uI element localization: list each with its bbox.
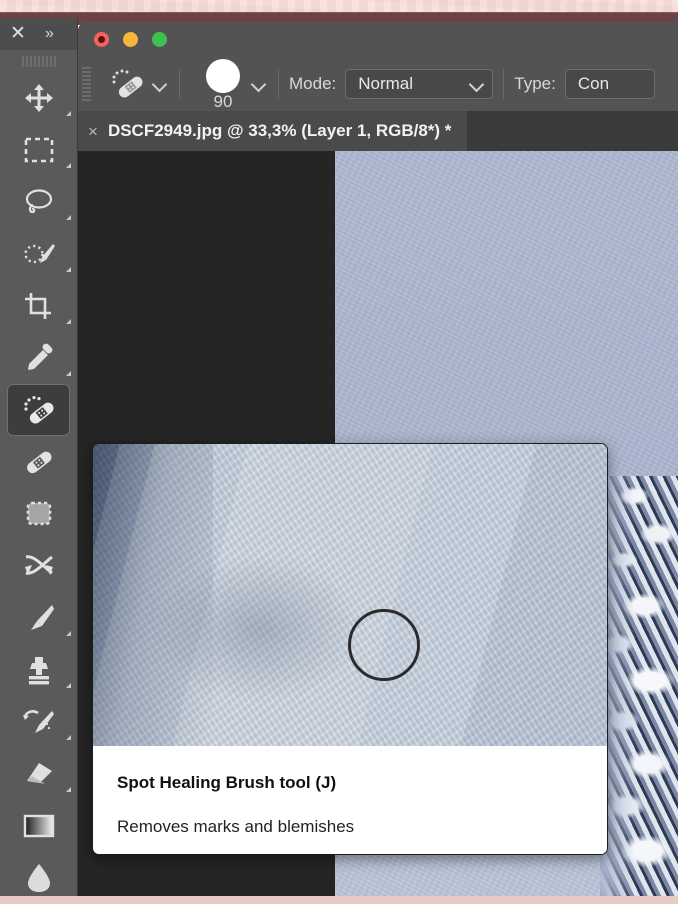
mode-label: Mode: xyxy=(289,74,336,94)
sidebar-item-crop-tool[interactable] xyxy=(0,280,77,332)
sidebar-item-brush-tool[interactable] xyxy=(0,592,77,644)
flyout-triangle-icon xyxy=(66,267,71,272)
flyout-triangle-icon xyxy=(66,683,71,688)
tool-tooltip: Spot Healing Brush tool (J) Removes mark… xyxy=(92,443,608,855)
brush-size-value: 90 xyxy=(214,93,233,111)
flyout-triangle-icon xyxy=(66,163,71,168)
tools-panel-close-icon[interactable]: ✕ xyxy=(10,23,26,45)
sidebar-item-rectangular-marquee-tool[interactable] xyxy=(0,124,77,176)
sidebar-item-eyedropper-tool[interactable] xyxy=(0,332,77,384)
sidebar-item-eraser-tool[interactable] xyxy=(0,748,77,800)
sidebar-item-patch-tool[interactable] xyxy=(0,488,77,540)
gradient-tool-icon xyxy=(22,813,56,839)
mode-value: Normal xyxy=(358,74,413,94)
fabric-shadow-center xyxy=(153,554,363,704)
document-tab[interactable]: × DSCF2949.jpg @ 33,3% (Layer 1, RGB/8*)… xyxy=(78,111,467,151)
lasso-tool-icon xyxy=(23,187,55,217)
options-divider-1 xyxy=(179,69,180,99)
options-divider-3 xyxy=(503,69,504,99)
sidebar-item-lasso-tool[interactable] xyxy=(0,176,77,228)
options-bar: 90 Mode: Normal Type: Con xyxy=(78,56,678,111)
tools-panel: ✕ » xyxy=(0,18,78,896)
window-minimize-button[interactable] xyxy=(123,32,138,47)
brush-cursor-circle xyxy=(348,609,420,681)
flyout-triangle-icon xyxy=(66,631,71,636)
options-divider-2 xyxy=(278,69,279,99)
type-dropdown[interactable]: Con xyxy=(565,69,655,99)
type-value: Con xyxy=(578,74,609,94)
document-tabstrip: × DSCF2949.jpg @ 33,3% (Layer 1, RGB/8*)… xyxy=(78,111,678,151)
sidebar-item-content-aware-move-tool[interactable] xyxy=(0,540,77,592)
tooltip-title: Spot Healing Brush tool (J) xyxy=(117,772,583,794)
crop-tool-icon xyxy=(23,291,55,321)
brush-tool-icon xyxy=(23,603,55,633)
options-bar-gripper[interactable] xyxy=(82,67,91,101)
tools-panel-header[interactable]: ✕ » xyxy=(0,18,77,50)
snowy-trees-blend xyxy=(600,476,678,896)
spot-healing-brush-icon[interactable] xyxy=(105,65,151,103)
flyout-triangle-icon xyxy=(66,735,71,740)
mode-chevron-down-icon xyxy=(468,75,486,93)
tab-close-icon[interactable]: × xyxy=(88,123,98,140)
window-maximize-button[interactable] xyxy=(152,32,167,47)
flyout-triangle-icon xyxy=(66,111,71,116)
flyout-triangle-icon xyxy=(66,787,71,792)
brush-tip-preview-icon xyxy=(206,59,240,93)
healing-brush-tool-icon xyxy=(22,447,56,477)
tooltip-preview-image xyxy=(93,444,607,746)
sidebar-item-spot-healing-brush-tool[interactable] xyxy=(7,384,70,436)
quick-selection-tool-icon xyxy=(22,239,56,269)
eraser-tool-icon xyxy=(23,759,55,789)
window-close-button[interactable] xyxy=(94,32,109,47)
tooltip-body: Spot Healing Brush tool (J) Removes mark… xyxy=(93,746,607,855)
sidebar-item-gradient-tool[interactable] xyxy=(0,800,77,852)
clone-stamp-tool-icon xyxy=(23,655,55,685)
brush-size-preview[interactable]: 90 xyxy=(196,57,250,111)
type-label: Type: xyxy=(514,74,556,94)
window-titlebar[interactable] xyxy=(78,22,678,56)
sidebar-item-healing-brush-tool[interactable] xyxy=(0,436,77,488)
move-tool-icon xyxy=(23,82,55,114)
sidebar-item-quick-selection-tool[interactable] xyxy=(0,228,77,280)
flyout-triangle-icon xyxy=(66,371,71,376)
tool-preset-chevron-down-icon[interactable] xyxy=(151,75,169,93)
document-tab-title: DSCF2949.jpg @ 33,3% (Layer 1, RGB/8*) * xyxy=(108,121,451,141)
sidebar-item-history-brush-tool[interactable] xyxy=(0,696,77,748)
mode-dropdown[interactable]: Normal xyxy=(345,69,493,99)
sidebar-item-move-tool[interactable] xyxy=(0,72,77,124)
patch-tool-icon xyxy=(23,499,55,529)
blur-tool-icon xyxy=(24,862,54,894)
sidebar-item-clone-stamp-tool[interactable] xyxy=(0,644,77,696)
brush-picker-chevron-down-icon[interactable] xyxy=(250,75,268,93)
history-brush-tool-icon xyxy=(22,707,56,737)
close-icon xyxy=(98,36,105,43)
eyedropper-tool-icon xyxy=(23,343,55,373)
grip-handle-icon xyxy=(22,56,56,67)
flyout-triangle-icon xyxy=(66,319,71,324)
tooltip-description: Removes marks and blemishes xyxy=(117,816,583,838)
content-aware-move-tool-icon xyxy=(22,551,56,581)
flyout-triangle-icon xyxy=(66,215,71,220)
rectangular-marquee-tool-icon xyxy=(23,135,55,165)
sidebar-item-blur-tool[interactable] xyxy=(0,852,77,904)
tools-panel-gripper[interactable] xyxy=(0,50,77,72)
spot-healing-brush-tool-icon xyxy=(22,394,56,426)
tools-panel-expand-icon[interactable]: » xyxy=(45,24,54,44)
